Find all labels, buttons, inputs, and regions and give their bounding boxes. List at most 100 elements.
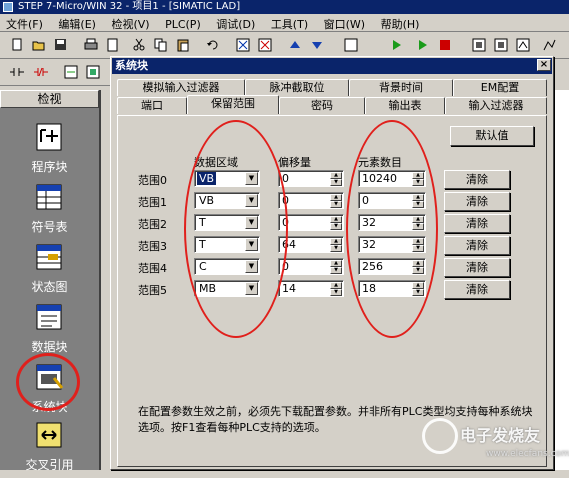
menu-debug[interactable]: 调试(D)	[210, 14, 261, 34]
chevron-down-icon[interactable]: ▼	[245, 282, 258, 295]
range-2-area-select[interactable]: T ▼	[194, 214, 260, 231]
spin-up-icon[interactable]: ▲	[330, 238, 342, 245]
box-icon[interactable]	[84, 64, 102, 81]
range-4-count-spinner[interactable]: 256 ▲ ▼	[358, 258, 426, 275]
compile-icon[interactable]	[388, 37, 406, 54]
menu-tools[interactable]: 工具(T)	[265, 14, 314, 34]
range-1-count-spinner[interactable]: 0 ▲ ▼	[358, 192, 426, 209]
new-file-icon[interactable]	[8, 37, 26, 54]
save-icon[interactable]	[52, 37, 70, 54]
cut-icon[interactable]	[130, 37, 148, 54]
nav-item-program-block[interactable]: 程序块	[0, 120, 99, 180]
contact-icon[interactable]	[8, 64, 26, 81]
tab-em-config[interactable]: EM配置	[453, 79, 547, 96]
tab-retentive-ranges[interactable]: 保留范围	[187, 95, 279, 114]
menu-view[interactable]: 检视(V)	[105, 14, 155, 34]
range-4-offset-spinner[interactable]: 0 ▲ ▼	[278, 258, 344, 275]
find-icon[interactable]	[342, 37, 360, 54]
spin-down-icon[interactable]: ▼	[330, 179, 342, 186]
undo-icon[interactable]	[204, 37, 222, 54]
spin-down-icon[interactable]: ▼	[412, 245, 424, 252]
range-3-clear-button[interactable]: 清除	[444, 236, 510, 255]
spin-down-icon[interactable]: ▼	[412, 267, 424, 274]
tab-background-time[interactable]: 背景时间	[349, 79, 453, 96]
range-0-offset-spinner[interactable]: 0 ▲ ▼	[278, 170, 344, 187]
delete-network-icon[interactable]	[256, 37, 274, 54]
print-icon[interactable]	[82, 37, 100, 54]
range-3-count-spinner[interactable]: 32 ▲ ▼	[358, 236, 426, 253]
spin-up-icon[interactable]: ▲	[412, 216, 424, 223]
arrow-up-icon[interactable]	[286, 37, 304, 54]
spin-down-icon[interactable]: ▼	[330, 223, 342, 230]
range-3-area-select[interactable]: T ▼	[194, 236, 260, 253]
spin-down-icon[interactable]: ▼	[330, 201, 342, 208]
paste-icon[interactable]	[174, 37, 192, 54]
chevron-down-icon[interactable]: ▼	[245, 238, 258, 251]
spin-down-icon[interactable]: ▼	[412, 201, 424, 208]
range-4-clear-button[interactable]: 清除	[444, 258, 510, 277]
range-2-clear-button[interactable]: 清除	[444, 214, 510, 233]
nav-item-cross-reference[interactable]: 交叉引用	[0, 418, 99, 478]
spin-up-icon[interactable]: ▲	[330, 216, 342, 223]
upload-icon[interactable]	[470, 37, 488, 54]
range-2-offset-spinner[interactable]: 0 ▲ ▼	[278, 214, 344, 231]
spin-down-icon[interactable]: ▼	[412, 179, 424, 186]
open-folder-icon[interactable]	[30, 37, 48, 54]
copy-icon[interactable]	[152, 37, 170, 54]
spin-down-icon[interactable]: ▼	[412, 223, 424, 230]
spin-up-icon[interactable]: ▲	[412, 260, 424, 267]
spin-down-icon[interactable]: ▼	[412, 289, 424, 296]
nav-item-status-chart[interactable]: 状态图	[0, 240, 99, 300]
nav-item-symbol-table[interactable]: 符号表	[0, 180, 99, 240]
run-icon[interactable]	[414, 37, 432, 54]
range-3-offset-spinner[interactable]: 64 ▲ ▼	[278, 236, 344, 253]
range-0-count-spinner[interactable]: 10240 ▲ ▼	[358, 170, 426, 187]
range-4-area-select[interactable]: C ▼	[194, 258, 260, 275]
spin-down-icon[interactable]: ▼	[330, 245, 342, 252]
menu-window[interactable]: 窗口(W)	[318, 14, 371, 34]
tab-port[interactable]: 端口	[117, 97, 187, 114]
arrow-down-icon[interactable]	[308, 37, 326, 54]
tab-pulse-catch[interactable]: 脉冲截取位	[245, 79, 349, 96]
chevron-down-icon[interactable]: ▼	[245, 172, 258, 185]
program-status-icon[interactable]	[514, 37, 532, 54]
insert-network-icon[interactable]	[234, 37, 252, 54]
menu-file[interactable]: 文件(F)	[0, 14, 49, 34]
tab-output-table[interactable]: 输出表	[365, 97, 445, 114]
close-icon[interactable]: ×	[537, 59, 551, 71]
menu-help[interactable]: 帮助(H)	[375, 14, 426, 34]
spin-up-icon[interactable]: ▲	[412, 282, 424, 289]
tab-password[interactable]: 密码	[279, 97, 365, 114]
chevron-down-icon[interactable]: ▼	[245, 260, 258, 273]
spin-down-icon[interactable]: ▼	[330, 289, 342, 296]
chevron-down-icon[interactable]: ▼	[245, 194, 258, 207]
spin-up-icon[interactable]: ▲	[330, 172, 342, 179]
spin-down-icon[interactable]: ▼	[330, 267, 342, 274]
nav-item-data-block[interactable]: 数据块	[0, 300, 99, 360]
range-2-count-spinner[interactable]: 32 ▲ ▼	[358, 214, 426, 231]
range-5-clear-button[interactable]: 清除	[444, 280, 510, 299]
chevron-down-icon[interactable]: ▼	[245, 216, 258, 229]
range-5-offset-spinner[interactable]: 14 ▲ ▼	[278, 280, 344, 297]
spin-up-icon[interactable]: ▲	[412, 194, 424, 201]
coil-icon[interactable]	[62, 64, 80, 81]
menu-edit[interactable]: 编辑(E)	[52, 14, 102, 34]
spin-up-icon[interactable]: ▲	[412, 172, 424, 179]
tab-input-filter[interactable]: 输入过滤器	[445, 97, 547, 114]
chart-status-icon[interactable]	[540, 37, 558, 54]
menu-plc[interactable]: PLC(P)	[159, 16, 207, 33]
range-1-offset-spinner[interactable]: 0 ▲ ▼	[278, 192, 344, 209]
spin-up-icon[interactable]: ▲	[330, 282, 342, 289]
spin-up-icon[interactable]: ▲	[412, 238, 424, 245]
print-preview-icon[interactable]	[104, 37, 122, 54]
negated-contact-icon[interactable]	[32, 64, 50, 81]
range-0-clear-button[interactable]: 清除	[444, 170, 510, 189]
tab-analog-input-filter[interactable]: 模拟输入过滤器	[117, 79, 245, 96]
range-1-area-select[interactable]: VB ▼	[194, 192, 260, 209]
range-5-count-spinner[interactable]: 18 ▲ ▼	[358, 280, 426, 297]
download-icon[interactable]	[492, 37, 510, 54]
stop-icon[interactable]	[436, 37, 454, 54]
range-0-area-select[interactable]: VB ▼	[194, 170, 260, 187]
range-1-clear-button[interactable]: 清除	[444, 192, 510, 211]
range-5-area-select[interactable]: MB ▼	[194, 280, 260, 297]
